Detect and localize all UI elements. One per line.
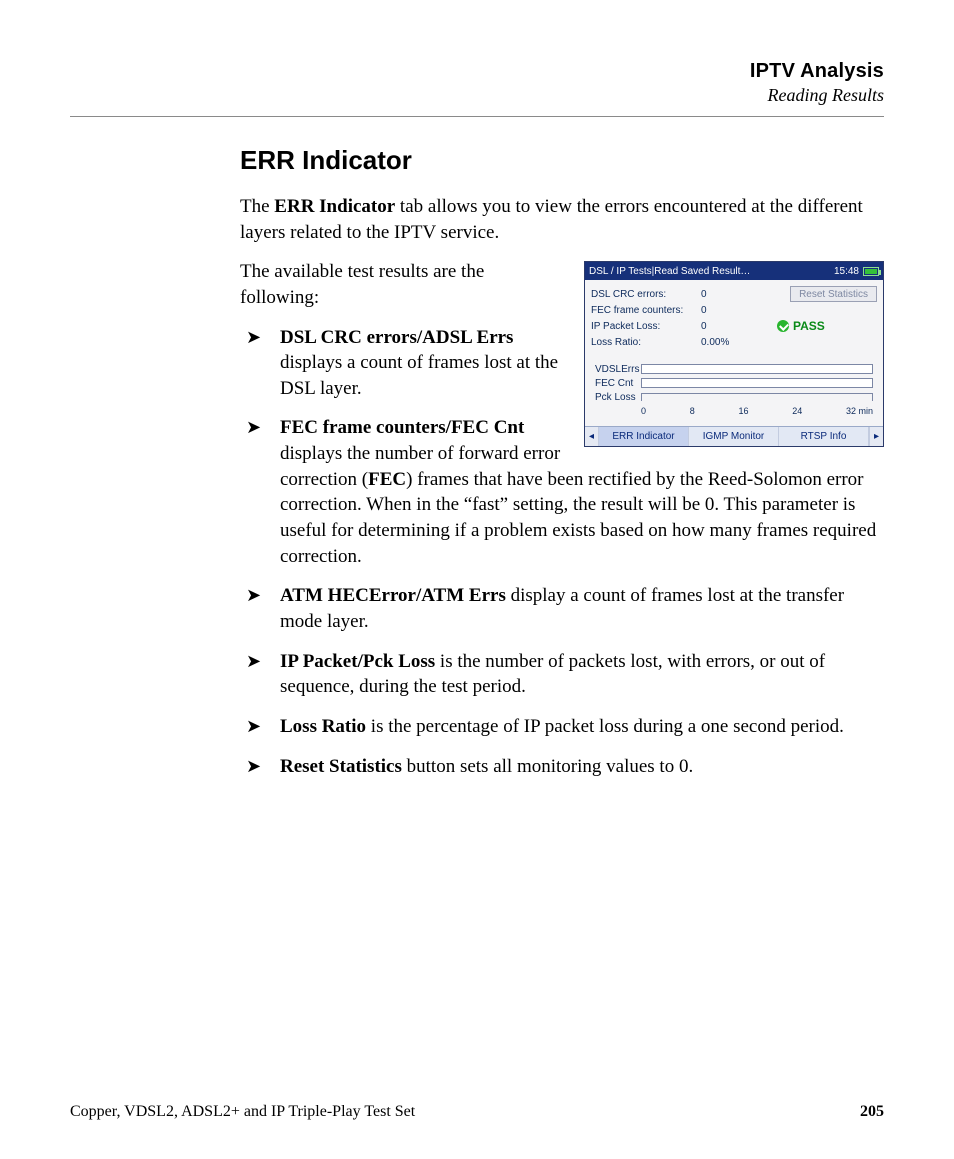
list-item: IP Packet/Pck Loss is the number of pack… [240, 649, 884, 700]
list-item: FEC frame counters/FEC Cnt displays the … [240, 415, 884, 569]
section-title: Reading Results [70, 85, 884, 106]
term: ATM HECError/ATM Errs [280, 585, 506, 606]
content-area: ERR Indicator The ERR Indicator tab allo… [240, 145, 884, 793]
term: DSL CRC errors/ADSL Errs [280, 327, 513, 348]
stat-row: FEC frame counters: 0 [591, 302, 877, 318]
list-item: ATM HECError/ATM Errs display a count of… [240, 583, 884, 634]
term-inline: FEC [368, 469, 406, 490]
stat-label: FEC frame counters: [591, 305, 701, 316]
device-clock: 15:48 [834, 266, 859, 277]
battery-icon [863, 267, 879, 276]
term: Loss Ratio [280, 716, 366, 737]
intro-paragraph: The ERR Indicator tab allows you to view… [240, 194, 884, 245]
page-number: 205 [860, 1103, 884, 1121]
list-item: Reset Statistics button sets all monitor… [240, 754, 884, 780]
intro-pre: The [240, 196, 274, 217]
term: FEC frame counters/FEC Cnt [280, 417, 524, 438]
intro-bold: ERR Indicator [274, 196, 395, 217]
term: IP Packet/Pck Loss [280, 651, 435, 672]
term: Reset Statistics [280, 756, 402, 777]
stat-row: DSL CRC errors: 0 Reset Statistics [591, 286, 877, 302]
bullet-text: button sets all monitoring values to 0. [402, 756, 693, 777]
page-heading: ERR Indicator [240, 145, 884, 176]
chapter-title: IPTV Analysis [70, 60, 884, 83]
bullet-list: DSL CRC errors/ADSL Errs displays a coun… [240, 325, 884, 780]
header-rule [70, 116, 884, 117]
bullet-text: is the percentage of IP packet loss duri… [366, 716, 844, 737]
running-header: IPTV Analysis Reading Results [70, 60, 884, 106]
list-item: DSL CRC errors/ADSL Errs displays a coun… [240, 325, 884, 402]
reset-statistics-button[interactable]: Reset Statistics [790, 286, 877, 302]
stat-value: 0 [701, 305, 747, 316]
stat-value: 0 [701, 289, 747, 300]
list-item: Loss Ratio is the percentage of IP packe… [240, 714, 884, 740]
page-footer: Copper, VDSL2, ADSL2+ and IP Triple-Play… [70, 1103, 884, 1121]
book-title: Copper, VDSL2, ADSL2+ and IP Triple-Play… [70, 1103, 415, 1121]
device-title: DSL / IP Tests|Read Saved Result… [589, 266, 750, 277]
device-titlebar: DSL / IP Tests|Read Saved Result… 15:48 [585, 262, 883, 280]
stat-label: DSL CRC errors: [591, 289, 701, 300]
bullet-text: displays a count of frames lost at the D… [280, 352, 558, 399]
